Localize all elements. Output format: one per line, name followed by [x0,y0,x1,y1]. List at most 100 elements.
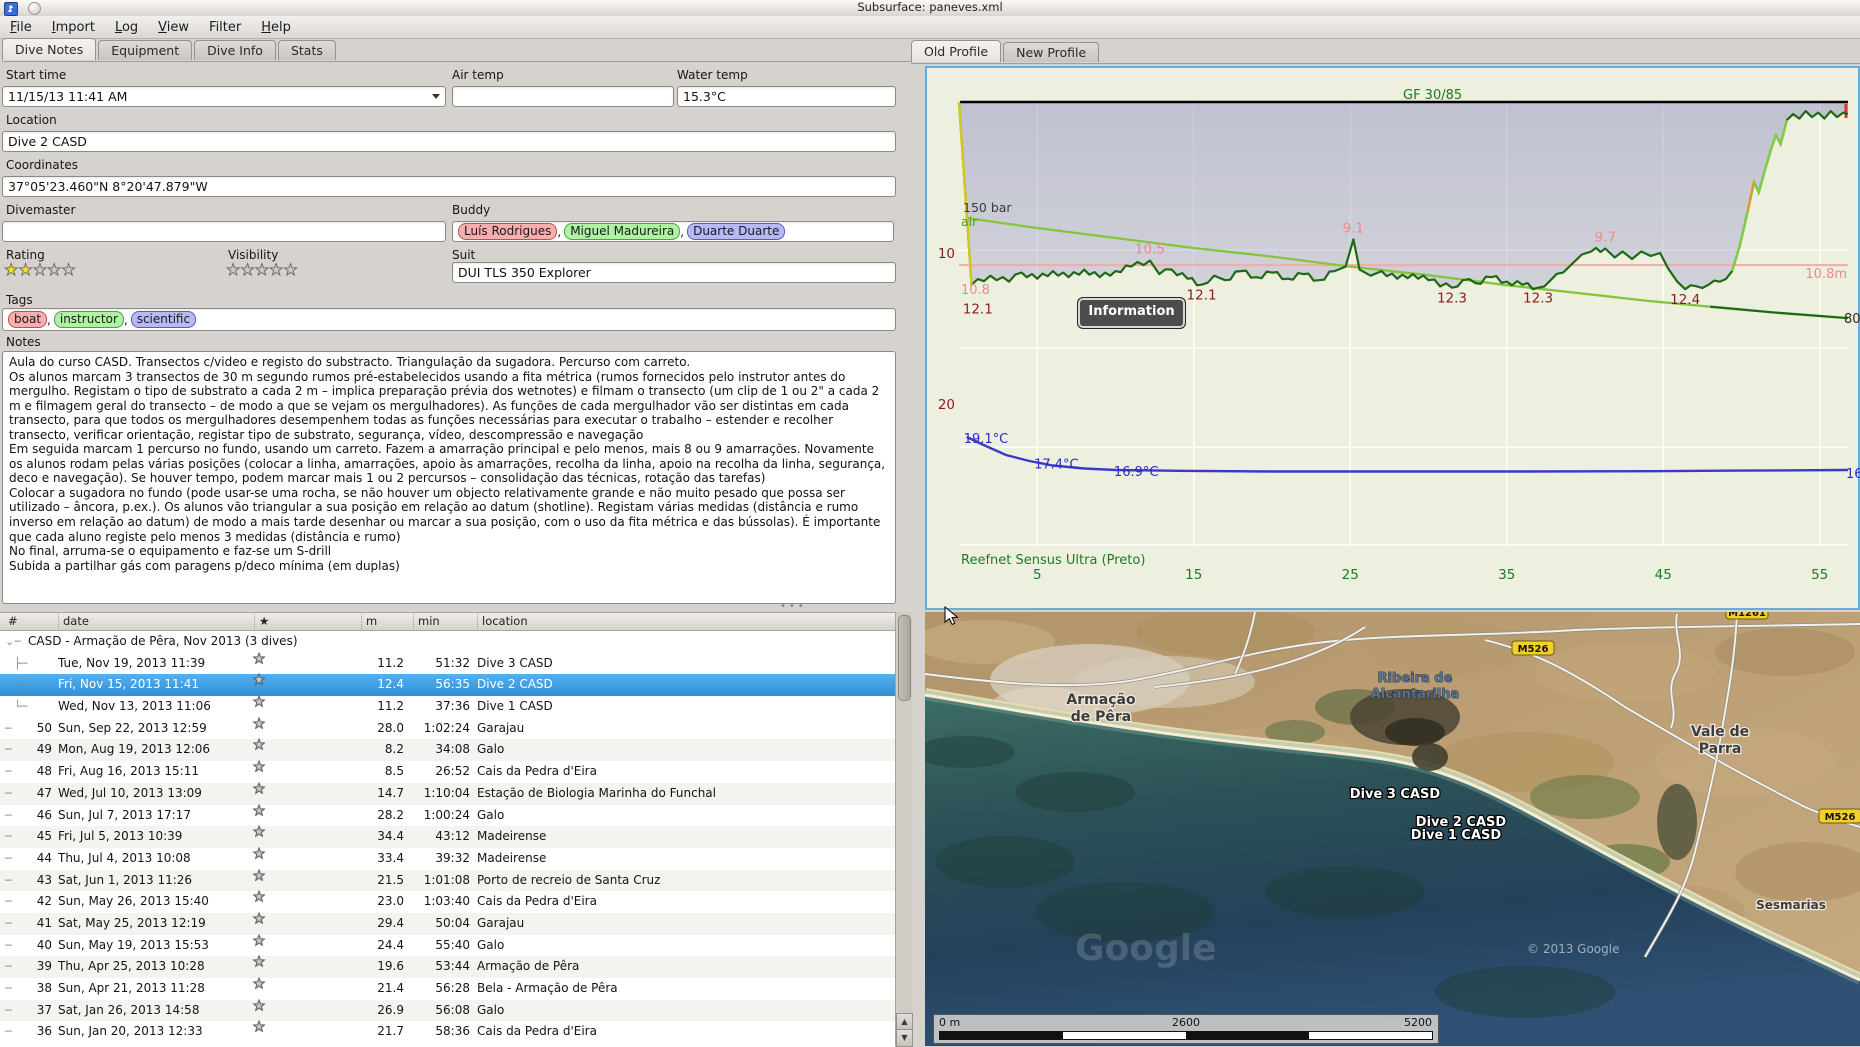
cell-depth: 21.7 [377,1024,404,1039]
tab-stats[interactable]: Stats [277,40,336,60]
cell-dur: 56:35 [435,677,470,692]
window-menu-button[interactable] [28,2,41,15]
coordinates-input[interactable] [2,176,896,197]
table-row[interactable]: ─ 38 Sun, Apr 21, 2013 11:28 21.4 56:28 Bela … [0,977,895,1000]
table-row[interactable]: ─ 47 Wed, Jul 10, 2013 13:09 14.7 1:10:04 Est… [0,782,895,805]
token-instructor[interactable]: instructor [53,311,124,328]
star-empty-icon[interactable]: ★ [32,260,47,279]
table-row[interactable]: ─ 41 Sat, May 25, 2013 12:19 29.4 50:04 Garaj… [0,912,895,935]
star-empty-icon[interactable]: ★ [61,260,76,279]
column-header-3[interactable]: m [361,614,377,629]
table-row[interactable]: ─ 42 Sun, May 26, 2013 15:40 23.0 1:03:40 Cai… [0,889,895,913]
star-empty-icon[interactable]: ★ [240,260,255,279]
token-miguel-madureira[interactable]: Miguel Madureira [564,223,681,240]
trip-row[interactable]: ⌄─ CASD - Armação de Pêra, Nov 2013 (3 di… [0,631,895,653]
chevron-down-icon[interactable] [432,94,440,99]
star-filled-icon[interactable]: ★ [4,260,19,279]
menu-log[interactable]: Log [105,17,148,35]
dive-site-map[interactable]: Armação de Pêra Vale de Parra Sesmarias Ribei… [925,612,1860,1046]
water-temp-label: Water temp [677,68,748,82]
air-temp-input[interactable] [452,86,674,107]
star-empty-icon[interactable]: ★ [254,260,269,279]
suit-input[interactable] [452,262,896,283]
column-header-0[interactable]: # [4,614,18,629]
menu-filter[interactable]: Filter [199,17,251,35]
table-row[interactable]: ─ 46 Sun, Jul 7, 2013 17:17 28.2 1:00:24 Galo… [0,802,895,827]
svg-text:19.1°C: 19.1°C [964,432,1009,447]
token-scientific[interactable]: scientific [130,311,197,328]
table-row[interactable]: ─ 36 Sun, Jan 20, 2013 12:33 21.7 58:36 Cais … [0,1020,895,1044]
tree-line: ─ [5,916,12,930]
table-row[interactable]: ─ 45 Fri, Jul 5, 2013 10:39 34.4 43:12 Madeir… [0,825,895,848]
table-row[interactable]: ├─ Tue, Nov 19, 2013 11:39 11.2 51:32 Dive 3… [0,652,895,675]
location-input[interactable] [2,131,896,152]
star-filled-icon[interactable]: ★ [18,260,33,279]
star-empty-icon[interactable]: ★ [47,260,62,279]
start-time-combobox[interactable] [2,86,446,107]
table-row[interactable]: └─ Wed, Nov 13, 2013 11:06 11.2 37:36 Dive 1… [0,695,895,718]
water-temp-input[interactable] [677,86,896,107]
cell-dur: 1:03:40 [423,894,470,909]
cell-depth: 8.2 [384,742,404,757]
column-header-4[interactable]: min [413,614,440,629]
scale-start: 0 m [939,1016,961,1029]
star-empty-icon: ★ [253,889,266,906]
svg-text:air: air [961,214,978,229]
tab-dive-notes[interactable]: Dive Notes [2,38,97,60]
table-row[interactable]: ─ 43 Sat, Jun 1, 2013 11:26 21.5 1:01:08 Port… [0,867,895,892]
information-button[interactable]: Information [1077,297,1186,329]
cell-loc: Dive 2 CASD [477,677,553,692]
start-time-input[interactable] [2,86,446,107]
cell-dur: 1:02:24 [423,720,470,735]
scroll-down-button[interactable]: ▼ [896,1029,913,1047]
table-row[interactable]: ─ 44 Thu, Jul 4, 2013 10:08 33.4 39:32 Madeir… [0,847,895,870]
table-row[interactable]: ─ 37 Sat, Jan 26, 2013 14:58 26.9 56:08 Galo ★… [0,999,895,1022]
table-row[interactable]: ─ 50 Sun, Sep 22, 2013 12:59 28.0 1:02:24 Gar… [0,717,895,740]
divemaster-input[interactable] [2,221,446,242]
column-header-5[interactable]: location [477,614,528,629]
dive-list-scrollbar[interactable]: ▲ ▼ [895,612,913,1047]
svg-text:12.3: 12.3 [1523,291,1553,307]
star-empty-icon: ★ [253,802,266,819]
table-row[interactable]: ─ 48 Fri, Aug 16, 2013 15:11 8.5 26:52 Cais d… [0,760,895,783]
star-empty-icon[interactable]: ★ [226,260,241,279]
tab-dive-info[interactable]: Dive Info [194,40,276,60]
notes-textarea[interactable]: Aula do curso CASD. Transectos c/video e… [2,351,896,604]
cell-dur: 55:40 [435,937,470,952]
column-header-1[interactable]: date [58,614,89,629]
tree-line: ─ [5,743,12,757]
token-luís-rodrigues[interactable]: Luís Rodrigues [458,223,558,240]
table-row[interactable]: ─ 39 Thu, Apr 25, 2013 10:28 19.6 53:44 Armaç… [0,955,895,978]
menu-help[interactable]: Help [251,17,301,35]
star-empty-icon[interactable]: ★ [269,260,284,279]
tab-old-profile[interactable]: Old Profile [911,40,1002,62]
menu-view[interactable]: View [148,17,199,35]
tab-new-profile[interactable]: New Profile [1003,42,1100,62]
table-row[interactable]: ├─ Fri, Nov 15, 2013 11:41 12.4 56:35 Dive 2… [0,673,895,697]
menu-import[interactable]: Import [42,17,105,35]
visibility-stars[interactable]: ★★★★★ [226,260,299,279]
table-row[interactable]: ─ 40 Sun, May 19, 2013 15:53 24.4 55:40 Galo ★… [0,934,895,957]
dive-list-header[interactable]: # date ★ m min location [0,613,895,631]
tab-equipment[interactable]: Equipment [98,40,193,60]
token-duarte-duarte[interactable]: Duarte Duarte [687,223,786,240]
cell-num: 36 [36,1024,52,1039]
buddy-input[interactable]: Luís Rodrigues, Miguel Madureira, Duarte D… [452,221,894,242]
splitter-handle[interactable]: ••• [780,601,807,612]
cell-depth: 23.0 [377,894,404,909]
token-boat[interactable]: boat [8,311,48,328]
dive-site-marker[interactable]: Dive 3 CASD [1349,786,1442,803]
collapse-icon[interactable]: ⌄─ [5,631,21,653]
star-empty-icon: ★ [253,867,266,884]
dive-site-marker[interactable]: Dive 1 CASD [1410,827,1503,844]
table-row[interactable]: ─ 49 Mon, Aug 19, 2013 12:06 8.2 34:08 Galo ★ ★… [0,738,895,762]
menu-file[interactable]: File [0,17,42,35]
star-empty-icon[interactable]: ★ [283,260,298,279]
rating-stars[interactable]: ★★★★★ [4,260,77,279]
coordinates-label: Coordinates [6,158,79,172]
cell-date: Sun, May 26, 2013 15:40 [58,894,209,909]
column-header-2[interactable]: ★ [254,614,269,629]
tags-input[interactable]: boat, instructor, scientific [2,308,896,331]
scrollbar-thumb[interactable] [898,615,911,701]
cell-num: 37 [36,1002,52,1017]
